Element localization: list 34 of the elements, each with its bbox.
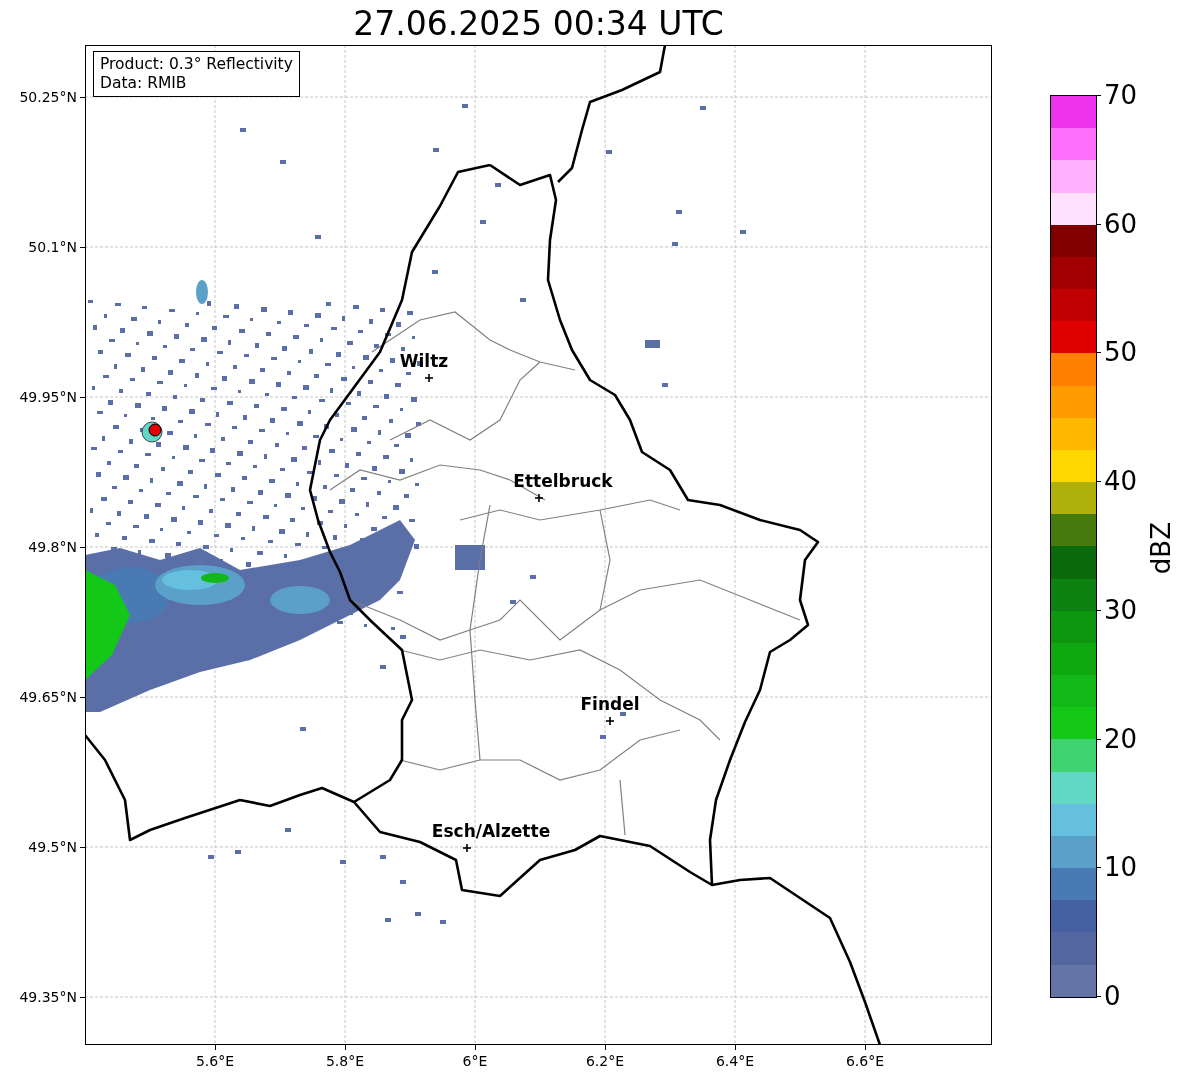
- latitude-label: 49.65°N: [19, 688, 77, 706]
- latitude-label: 49.35°N: [19, 988, 77, 1006]
- scale-label: 50: [1104, 336, 1138, 369]
- city-label: Ettelbruck: [513, 471, 613, 491]
- radar-site-icon: [141, 421, 163, 443]
- longitude-label: 5.8°E: [324, 1052, 366, 1070]
- latitude-label: 49.5°N: [28, 838, 77, 856]
- scale-label: 20: [1104, 722, 1138, 755]
- info-text: Data: RMIB: [100, 74, 188, 93]
- city-label: Findel: [580, 694, 640, 714]
- longitude-label: 6.4°E: [714, 1052, 756, 1070]
- info-text: Product: 0.3° Reflectivity: [100, 55, 293, 74]
- city-marker-icon: [605, 716, 615, 726]
- scale-label: 0: [1104, 980, 1121, 1012]
- scale-label: 30: [1104, 593, 1138, 626]
- unit-label: dBZ: [1146, 522, 1176, 575]
- scale-label: 10: [1104, 851, 1138, 884]
- city-marker-icon: [534, 493, 544, 503]
- city-marker-icon: [424, 373, 434, 383]
- city-marker-icon: [462, 843, 472, 853]
- longitude-label: 6°E: [461, 1052, 489, 1070]
- latitude-label: 50.1°N: [28, 238, 77, 256]
- chart-title: 27.06.2025 00:34 UTC: [352, 4, 725, 44]
- latitude-label: 50.25°N: [19, 88, 77, 106]
- latitude-label: 49.95°N: [19, 388, 77, 406]
- longitude-label: 6.6°E: [844, 1052, 886, 1070]
- city-label: Wiltz: [399, 351, 449, 371]
- longitude-label: 5.6°E: [194, 1052, 236, 1070]
- scale-label: 70: [1104, 79, 1138, 111]
- city-label: Esch/Alzette: [431, 821, 551, 841]
- longitude-label: 6.2°E: [584, 1052, 626, 1070]
- scale-label: 40: [1104, 465, 1138, 498]
- scale-label: 60: [1104, 207, 1138, 240]
- latitude-label: 49.8°N: [28, 538, 77, 556]
